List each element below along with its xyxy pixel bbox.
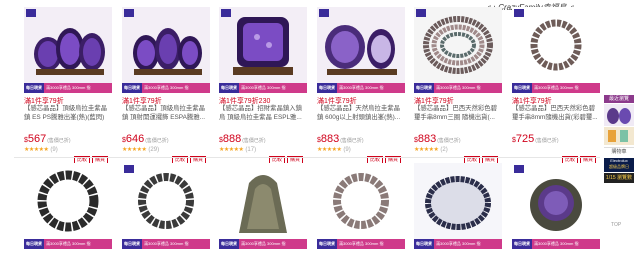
product-image[interactable]	[414, 163, 502, 239]
product-image[interactable]	[512, 163, 600, 239]
promo-banner: 每日現貨 20名 滿3000享禮品 300mm 指	[317, 239, 405, 256]
product-price: $883(售價已折)	[317, 133, 364, 145]
product-image[interactable]	[122, 163, 210, 239]
page-indicator: 1/15 瀏覽數	[604, 173, 634, 183]
product-price: $646(售價已折)	[122, 133, 169, 145]
product-title[interactable]: 【感芯晶品】頂級烏拉圭紫晶鎮 頂射開運擺飾 ESPA騰雅...	[122, 104, 210, 124]
product-title[interactable]: 【感芯晶品】頂級烏拉圭紫晶鎮 ES PS騰雅出峯(熱)(藍閃)	[24, 104, 112, 124]
product-image[interactable]	[414, 7, 502, 83]
rating-stars: ★★★★★ (9)	[24, 147, 58, 153]
product-title[interactable]: 【感芯晶品】天然烏拉圭紫晶鎮 600g以上射頭鎮出峯(熱)...	[317, 104, 405, 124]
promo-banner: 每日現貨 20名 滿3000享禮品 300mm 指	[122, 83, 210, 100]
promo-banner: 每日現貨 20名 滿3000享禮品 300mm 指	[24, 239, 112, 256]
promo-banner: 每日現貨 20名 滿3000享禮品 300mm 指	[24, 83, 112, 100]
product-image[interactable]	[317, 163, 405, 239]
recent-product-thumb[interactable]	[604, 127, 634, 145]
back-to-top-link[interactable]: TOP	[611, 222, 621, 228]
promo-banner: 每日現貨 20名 滿3000享禮品 300mm 指	[219, 83, 307, 100]
product-image[interactable]	[24, 163, 112, 239]
promo-banner: 每日現貨 20名 滿3000享禮品 300mm 指	[122, 239, 210, 256]
promo-banner: 每日現貨 20名 滿3000享禮品 300mm 指	[512, 239, 600, 256]
product-image[interactable]	[219, 7, 307, 83]
recent-product-thumb[interactable]	[604, 104, 634, 126]
promo-banner: 每日現貨 20名 滿3000享禮品 300mm 指	[219, 239, 307, 256]
product-image[interactable]	[512, 7, 600, 83]
promo-banner: 每日現貨 20名 滿3000享禮品 300mm 指	[414, 83, 502, 100]
rating-stars: ★★★★★ (29)	[122, 147, 160, 153]
promo-banner: 每日現貨 20名 滿3000享禮品 300mm 指	[317, 83, 405, 100]
recent-label: 最近瀏覽	[604, 95, 634, 103]
product-price: $567(售價已折)	[24, 133, 71, 145]
product-price: $888(售價已折)	[219, 133, 266, 145]
product-price: $883(售價已折)	[414, 133, 461, 145]
cart-button[interactable]: 購物車	[604, 147, 634, 156]
promo-banner: 每日現貨 20名 滿3000享禮品 300mm 指	[414, 239, 502, 256]
product-image[interactable]	[317, 7, 405, 83]
product-title[interactable]: 【感芯晶品】招財紫晶鎮入鎮 烏 頂級烏拉圭紫晶 ESPL雅...	[219, 104, 307, 124]
product-image[interactable]	[24, 7, 112, 83]
rating-stars: ★★★★★ (2)	[414, 147, 448, 153]
electrolux-ad[interactable]: Electrolux 超級品牌日	[604, 158, 634, 172]
rating-stars: ★★★★★ (9)	[317, 147, 351, 153]
row-divider	[14, 157, 600, 158]
product-title[interactable]: 【感芯晶品】巴西天然彩色碧 璽手串8mm隨機出貨(彩碧璽...	[512, 104, 600, 124]
product-image[interactable]	[122, 7, 210, 83]
rating-stars: ★★★★★ (17)	[219, 147, 257, 153]
promo-banner: 每日現貨 20名 滿3000享禮品 300mm 指	[512, 83, 600, 100]
product-price: $725(售價已折)	[512, 133, 559, 145]
product-image[interactable]	[219, 163, 307, 239]
product-title[interactable]: 【感芯晶品】巴西天然彩色碧 璽手串8mm三圈 隨機出貨(...	[414, 104, 502, 124]
floating-sidebar: 最近瀏覽 購物車 Electrolux 超級品牌日 1/15 瀏覽數	[604, 95, 634, 183]
